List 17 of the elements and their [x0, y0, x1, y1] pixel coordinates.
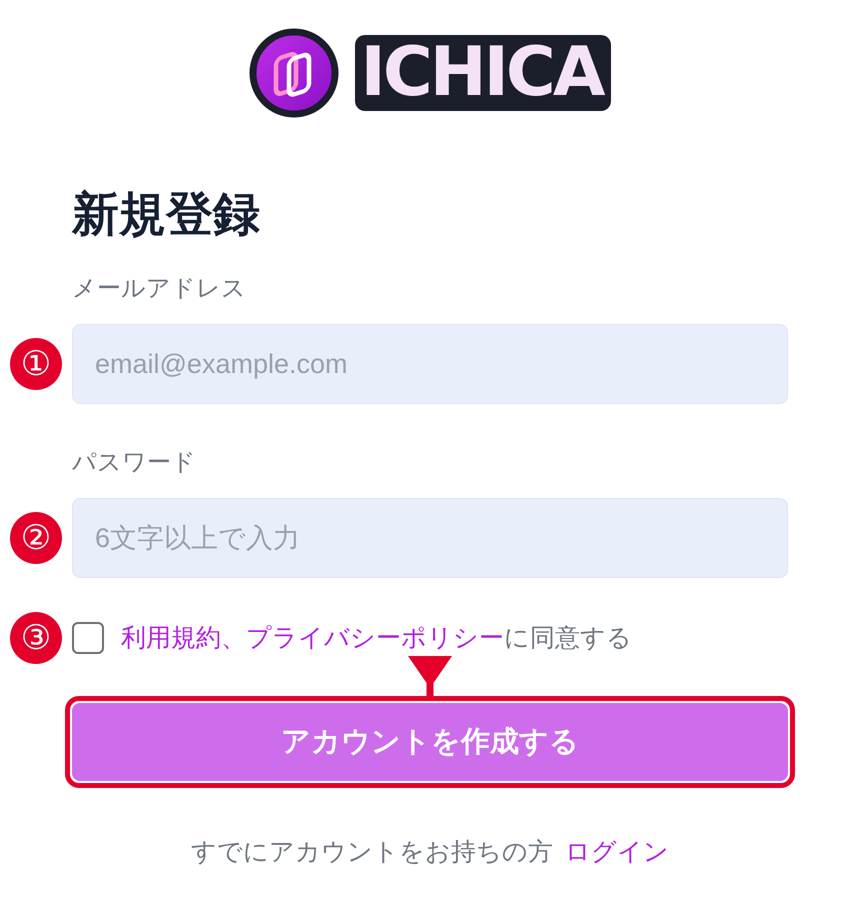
step-marker: ①: [10, 338, 62, 390]
input-field[interactable]: email@example.com: [72, 324, 788, 404]
footer-text: すでにアカウントをお持ちの方: [191, 836, 553, 868]
login-link[interactable]: ログイン: [565, 836, 669, 868]
field-label: パスワード: [72, 447, 196, 478]
agreement-text: 利用規約、プライバシーポリシーに同意する: [121, 622, 632, 654]
step-marker: ②: [10, 512, 62, 564]
field-label: メールアドレス: [72, 273, 246, 304]
text-link[interactable]: 利用規約: [121, 623, 221, 652]
step-marker: ③: [10, 612, 62, 664]
checkbox[interactable]: [72, 622, 104, 654]
text-link[interactable]: プライバシーポリシー: [246, 623, 504, 652]
logo-icon: [248, 28, 339, 118]
input-field[interactable]: 6文字以上で入力: [72, 498, 788, 578]
logo-wordmark: ICHICA: [354, 35, 612, 111]
page-heading: 新規登録: [72, 190, 260, 240]
create-account-button[interactable]: アカウントを作成する: [72, 703, 788, 781]
